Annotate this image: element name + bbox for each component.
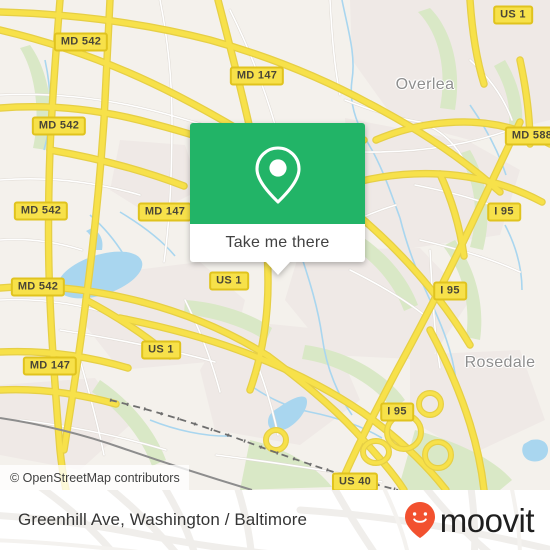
- footer-bar: Greenhill Ave, Washington / Baltimore mo…: [0, 490, 550, 550]
- moovit-pin-smiley-icon: [404, 502, 435, 538]
- page-title: Greenhill Ave, Washington / Baltimore: [18, 510, 308, 529]
- road-shield: MD 588: [504, 126, 550, 146]
- road-shield: US 1: [209, 271, 249, 291]
- road-shield: MD 542: [13, 201, 69, 221]
- road-shield: I 95: [433, 281, 467, 301]
- road-shield: MD 542: [31, 116, 87, 136]
- road-shield: MD 147: [22, 356, 78, 376]
- attribution-text: © OpenStreetMap contributors: [10, 470, 180, 485]
- road-shield: MD 147: [229, 66, 285, 86]
- road-shield: I 95: [380, 402, 414, 422]
- moovit-brand[interactable]: moovit: [402, 500, 535, 540]
- take-me-there-popup[interactable]: Take me there: [190, 123, 365, 275]
- road-shield: I 95: [487, 202, 521, 222]
- road-shield: US 1: [493, 5, 533, 25]
- map-pin-icon: [254, 145, 301, 204]
- map-attribution[interactable]: © OpenStreetMap contributors: [0, 465, 189, 490]
- road-shield: MD 542: [10, 277, 66, 297]
- road-shield: MD 542: [53, 32, 109, 52]
- map-canvas[interactable]: MD 542 MD 147 US 1 MD 542 MD 588 MD 542 …: [0, 0, 550, 490]
- road-shield: MD 147: [137, 202, 193, 222]
- place-label-rosedale: Rosedale: [464, 354, 536, 371]
- moovit-wordmark: moovit: [439, 501, 535, 539]
- popup-tail-pointer: [265, 262, 290, 275]
- place-label-overlea: Overlea: [395, 76, 455, 93]
- popup-icon-area: [190, 123, 365, 224]
- road-shield: US 40: [331, 472, 379, 490]
- take-me-there-label: Take me there: [225, 234, 330, 251]
- take-me-there-button[interactable]: Take me there: [190, 224, 365, 262]
- map-screenshot: MD 542 MD 147 US 1 MD 542 MD 588 MD 542 …: [0, 0, 550, 550]
- road-shield: US 1: [141, 340, 181, 360]
